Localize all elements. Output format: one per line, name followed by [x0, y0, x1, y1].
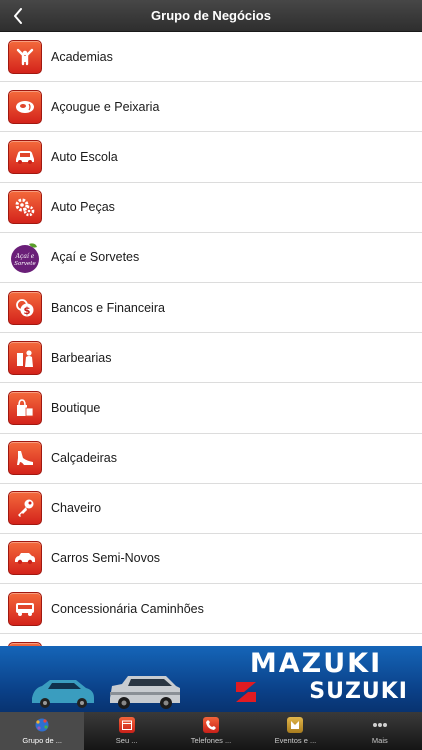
- tab-eventos[interactable]: Eventos e ...: [253, 712, 337, 750]
- list-item-barbearias[interactable]: Barbearias: [0, 333, 422, 384]
- tab-bar: Grupo de ... Seu ... Telefones ... Event…: [0, 712, 422, 750]
- key-icon: [8, 491, 42, 526]
- barber-icon: [8, 340, 42, 375]
- truck-icon: [8, 591, 42, 626]
- list-item-carros-semi-novos[interactable]: Carros Semi-Novos: [0, 533, 422, 585]
- globe-icon: [34, 717, 50, 733]
- svg-text:$: $: [24, 306, 31, 317]
- list-item-boutique[interactable]: Boutique: [0, 383, 422, 434]
- list-item-partial[interactable]: [0, 634, 422, 646]
- tab-label: Seu ...: [115, 736, 138, 745]
- tab-label: Mais: [371, 736, 388, 745]
- suv-car-image: [32, 680, 94, 708]
- acai-logo-icon: Açaí e Sorvete: [8, 240, 42, 275]
- calendar-icon: [118, 717, 135, 733]
- advertisement-banner[interactable]: MAZUKI SUZUKI: [0, 646, 422, 712]
- list-item-calcadeiras[interactable]: Calçadeiras: [0, 433, 422, 484]
- list-item-label: Chaveiro: [51, 501, 102, 516]
- tab-label: Eventos e ...: [274, 736, 317, 745]
- acai-logo-text-top: Açaí e: [15, 253, 35, 260]
- list-item-concessionaria-caminhoes[interactable]: Concessionária Caminhões: [0, 584, 422, 635]
- tab-telefones[interactable]: Telefones ...: [169, 712, 253, 750]
- banner-brand-text: MAZUKI: [249, 648, 383, 679]
- category-list: Academias Açougue e Peixaria Auto Escola…: [0, 32, 422, 646]
- phone-icon: [203, 717, 220, 733]
- list-item-bancos[interactable]: $ Bancos e Financeira: [0, 282, 422, 334]
- list-item-label: Bancos e Financeira: [51, 300, 165, 315]
- jeep-car-image: [110, 676, 180, 709]
- tab-grupo-de-negocios[interactable]: Grupo de ...: [0, 712, 85, 750]
- list-item-auto-escola[interactable]: Auto Escola: [0, 132, 422, 183]
- gears-icon: [8, 190, 42, 225]
- acai-logo-text-bottom: Sorvete: [14, 261, 36, 267]
- tab-mais[interactable]: Mais: [338, 712, 422, 750]
- list-item-label: Concessionária Caminhões: [51, 601, 204, 616]
- list-item-label: Açougue e Peixaria: [51, 99, 160, 114]
- list-item-chaveiro[interactable]: Chaveiro: [0, 483, 422, 534]
- list-item-label: Academias: [51, 49, 113, 64]
- list-item-label: Barbearias: [51, 350, 112, 365]
- car-icon: [8, 139, 42, 174]
- navigation-bar: Grupo de Negócios: [0, 0, 422, 32]
- money-icon: $: [8, 290, 42, 325]
- list-item-label: Auto Escola: [51, 149, 118, 164]
- list-item-label: Açaí e Sorvetes: [51, 250, 140, 265]
- car-icon: [8, 541, 42, 576]
- more-dots-icon: [372, 717, 388, 733]
- list-item-academias[interactable]: Academias: [0, 32, 422, 83]
- fitness-icon: [8, 39, 42, 74]
- chevron-left-icon: [14, 8, 22, 24]
- banner-sub-brand-text: SUZUKI: [309, 679, 408, 704]
- tab-label: Grupo de ...: [22, 736, 62, 745]
- events-icon: [287, 717, 304, 733]
- page-title: Grupo de Negócios: [151, 8, 271, 23]
- list-item-acai[interactable]: Açaí e Sorvete Açaí e Sorvetes: [0, 232, 422, 283]
- back-button[interactable]: [6, 4, 30, 28]
- shoe-icon: [8, 441, 42, 476]
- shopping-bag-icon: [8, 390, 42, 425]
- list-item-label: Calçadeiras: [51, 451, 118, 466]
- list-item-auto-pecas[interactable]: Auto Peças: [0, 182, 422, 233]
- tab-seu[interactable]: Seu ...: [84, 712, 168, 750]
- list-item-label: Carros Semi-Novos: [51, 551, 161, 566]
- list-item-acougue[interactable]: Açougue e Peixaria: [0, 82, 422, 133]
- tab-label: Telefones ...: [190, 736, 232, 745]
- list-item-label: Boutique: [51, 400, 101, 415]
- list-item-label: Auto Peças: [51, 200, 115, 215]
- meat-icon: [8, 89, 42, 124]
